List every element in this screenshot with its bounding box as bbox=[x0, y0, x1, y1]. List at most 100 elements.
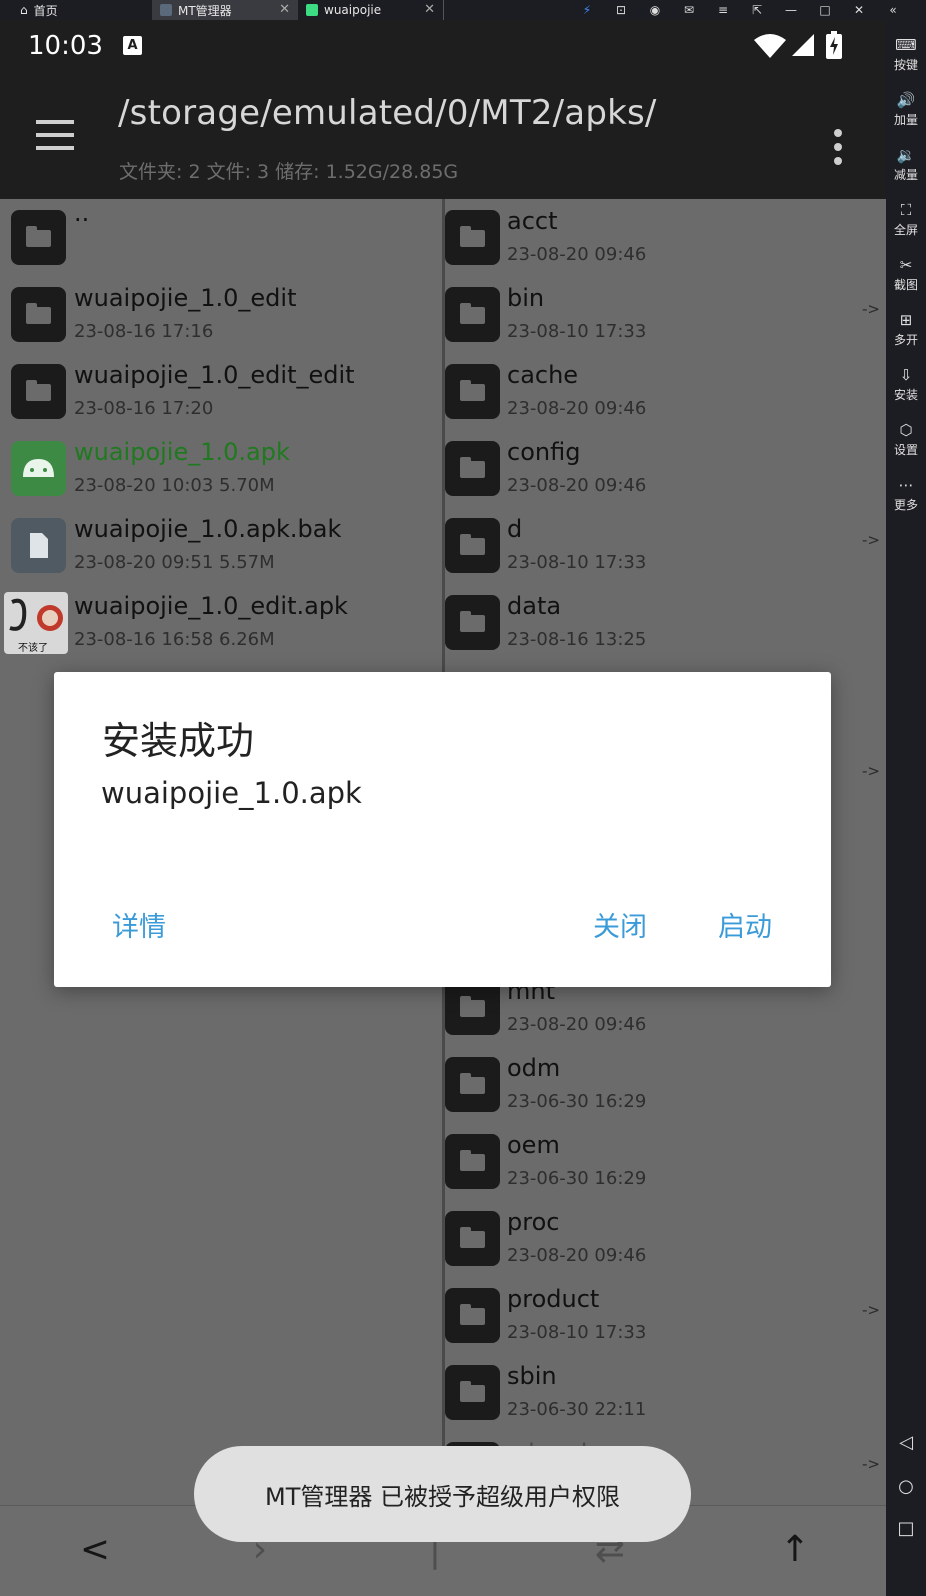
launch-button[interactable]: 启动 bbox=[718, 905, 772, 944]
overflow-menu-icon[interactable] bbox=[834, 129, 842, 165]
folder-name: odm bbox=[507, 1054, 561, 1082]
folder-glyph bbox=[460, 996, 485, 1017]
folder-meta: 23-06-30 16:29 bbox=[507, 1091, 647, 1112]
sidebar-item-2[interactable]: 🔉 减量 bbox=[886, 144, 926, 183]
list-item[interactable]: 不该了 wuaipojie_1.0_edit.apk 23-08-16 16:58 … bbox=[0, 586, 442, 664]
app-thumbnail-icon: 不该了 bbox=[4, 592, 68, 654]
folder-glyph bbox=[460, 534, 485, 555]
sidebar-item-7[interactable]: ⬡ 设置 bbox=[886, 419, 926, 458]
list-item[interactable]: wuaipojie_1.0.apk 23-08-20 10:03 5.70M bbox=[0, 432, 442, 510]
folder-icon bbox=[445, 1134, 500, 1189]
sidebar-item-0[interactable]: ⌨ 按键 bbox=[886, 34, 926, 73]
file-name: wuaipojie_1.0_edit_edit bbox=[74, 361, 355, 389]
current-path: /storage/emulated/0/MT2/apks/ bbox=[118, 93, 657, 133]
storage-stats: 文件夹: 2 文件: 3 储存: 1.52G/28.85G bbox=[119, 161, 459, 183]
account-icon[interactable]: ◉ bbox=[638, 0, 672, 20]
list-item[interactable]: cache 23-08-20 09:46 bbox=[445, 355, 886, 433]
sidebar-item-3[interactable]: ⛶ 全屏 bbox=[886, 199, 926, 238]
signal-icon bbox=[792, 34, 814, 56]
folder-glyph bbox=[460, 1227, 485, 1248]
folder-icon bbox=[445, 364, 500, 419]
sidebar-item-6[interactable]: ⇩ 安装 bbox=[886, 364, 926, 403]
gamepad-icon[interactable]: ⊡ bbox=[604, 0, 638, 20]
home-icon: ⌂ bbox=[20, 3, 28, 17]
tab-wuaipojie[interactable]: wuaipojie ✕ bbox=[298, 0, 444, 20]
minimize-icon[interactable]: — bbox=[774, 0, 808, 20]
symlink-arrow: -> bbox=[862, 1301, 880, 1319]
folder-meta: 23-08-10 17:33 bbox=[507, 1322, 647, 1343]
list-item[interactable]: product 23-08-10 17:33 -> bbox=[445, 1279, 886, 1357]
back-button[interactable]: < bbox=[70, 1524, 120, 1574]
folder-glyph bbox=[460, 303, 485, 324]
folder-icon bbox=[445, 287, 500, 342]
folder-meta: 23-06-30 22:11 bbox=[507, 1399, 647, 1420]
folder-icon bbox=[445, 1211, 500, 1266]
sidebar-item-4[interactable]: ✂ 截图 bbox=[886, 254, 926, 293]
folder-name: config bbox=[507, 438, 581, 466]
symlink-arrow: -> bbox=[862, 762, 880, 780]
symlink-arrow: -> bbox=[862, 531, 880, 549]
folder-meta: 23-08-20 09:46 bbox=[507, 475, 647, 496]
menu-icon[interactable]: ≡ bbox=[706, 0, 740, 20]
popout-icon[interactable]: ⇱ bbox=[740, 0, 774, 20]
list-item[interactable]: bin 23-08-10 17:33 -> bbox=[445, 278, 886, 356]
maximize-icon[interactable]: □ bbox=[808, 0, 842, 20]
file-meta: 23-08-16 16:58 6.26M bbox=[74, 629, 275, 650]
folder-glyph bbox=[460, 1073, 485, 1094]
file-name: wuaipojie_1.0.apk bbox=[74, 438, 290, 466]
close-icon[interactable]: ✕ bbox=[279, 2, 290, 17]
folder-glyph bbox=[26, 226, 51, 247]
folder-icon bbox=[445, 210, 500, 265]
folder-glyph bbox=[460, 1304, 485, 1325]
nav-back-icon[interactable]: ◁ bbox=[886, 1432, 926, 1453]
mail-icon[interactable]: ✉ bbox=[672, 0, 706, 20]
folder-meta: 23-08-20 09:46 bbox=[507, 398, 647, 419]
list-item[interactable]: proc 23-08-20 09:46 bbox=[445, 1202, 886, 1280]
mt-app-icon bbox=[160, 4, 172, 16]
status-bar: 10:03 A bbox=[0, 20, 886, 73]
tab-wuaipojie-label: wuaipojie bbox=[324, 3, 382, 17]
folder-glyph bbox=[460, 611, 485, 632]
folder-glyph bbox=[26, 303, 51, 324]
close-icon[interactable]: ✕ bbox=[424, 2, 435, 17]
list-item[interactable]: sbin 23-06-30 22:11 bbox=[445, 1356, 886, 1434]
folder-icon bbox=[445, 441, 500, 496]
folder-icon bbox=[445, 1057, 500, 1112]
list-item[interactable]: .. bbox=[0, 199, 442, 279]
file-name: .. bbox=[74, 199, 90, 227]
sidebar-item-label: 加量 bbox=[893, 113, 918, 127]
list-item[interactable]: wuaipojie_1.0.apk.bak 23-08-20 09:51 5.57… bbox=[0, 509, 442, 587]
more-icon: ⋯ bbox=[898, 476, 914, 494]
close-window-icon[interactable]: ✕ bbox=[842, 0, 876, 20]
tab-mt-manager[interactable]: MT管理器 ✕ bbox=[152, 0, 298, 20]
nav-home-icon[interactable]: ○ bbox=[886, 1476, 926, 1497]
list-item[interactable]: wuaipojie_1.0_edit_edit 23-08-16 17:20 bbox=[0, 355, 442, 433]
up-directory-button[interactable]: ↑ bbox=[770, 1524, 820, 1574]
file-meta: 23-08-20 09:51 5.57M bbox=[74, 552, 275, 573]
folder-meta: 23-08-20 09:46 bbox=[507, 1245, 647, 1266]
collapse-sidebar-icon[interactable]: « bbox=[876, 0, 910, 20]
details-button[interactable]: 详情 bbox=[112, 905, 166, 944]
list-item[interactable]: wuaipojie_1.0_edit 23-08-16 17:16 bbox=[0, 278, 442, 356]
list-item[interactable]: acct 23-08-20 09:46 bbox=[445, 201, 886, 279]
volume-up-icon: 🔊 bbox=[896, 91, 916, 109]
folder-glyph bbox=[460, 1150, 485, 1171]
folder-meta: 23-06-30 16:29 bbox=[507, 1168, 647, 1189]
notification-a-icon: A bbox=[123, 36, 142, 55]
hamburger-menu-icon[interactable] bbox=[36, 120, 74, 150]
sidebar-item-5[interactable]: ⊞ 多开 bbox=[886, 309, 926, 348]
sidebar-item-label: 全屏 bbox=[893, 223, 918, 237]
list-item[interactable]: data 23-08-16 13:25 bbox=[445, 586, 886, 664]
list-item[interactable]: odm 23-06-30 16:29 bbox=[445, 1048, 886, 1126]
nav-recents-icon[interactable]: □ bbox=[886, 1518, 926, 1539]
list-item[interactable]: oem 23-06-30 16:29 bbox=[445, 1125, 886, 1203]
tab-home[interactable]: ⌂ 首页 bbox=[12, 0, 152, 20]
close-button[interactable]: 关闭 bbox=[593, 905, 647, 944]
dialog-title: 安装成功 bbox=[102, 719, 255, 763]
sidebar-item-8[interactable]: ⋯ 更多 bbox=[886, 474, 926, 513]
list-item[interactable]: config 23-08-20 09:46 bbox=[445, 432, 886, 510]
file-meta: 23-08-20 10:03 5.70M bbox=[74, 475, 275, 496]
list-item[interactable]: d 23-08-10 17:33 -> bbox=[445, 509, 886, 587]
performance-icon[interactable]: ⚡ bbox=[570, 0, 604, 20]
sidebar-item-1[interactable]: 🔊 加量 bbox=[886, 89, 926, 128]
